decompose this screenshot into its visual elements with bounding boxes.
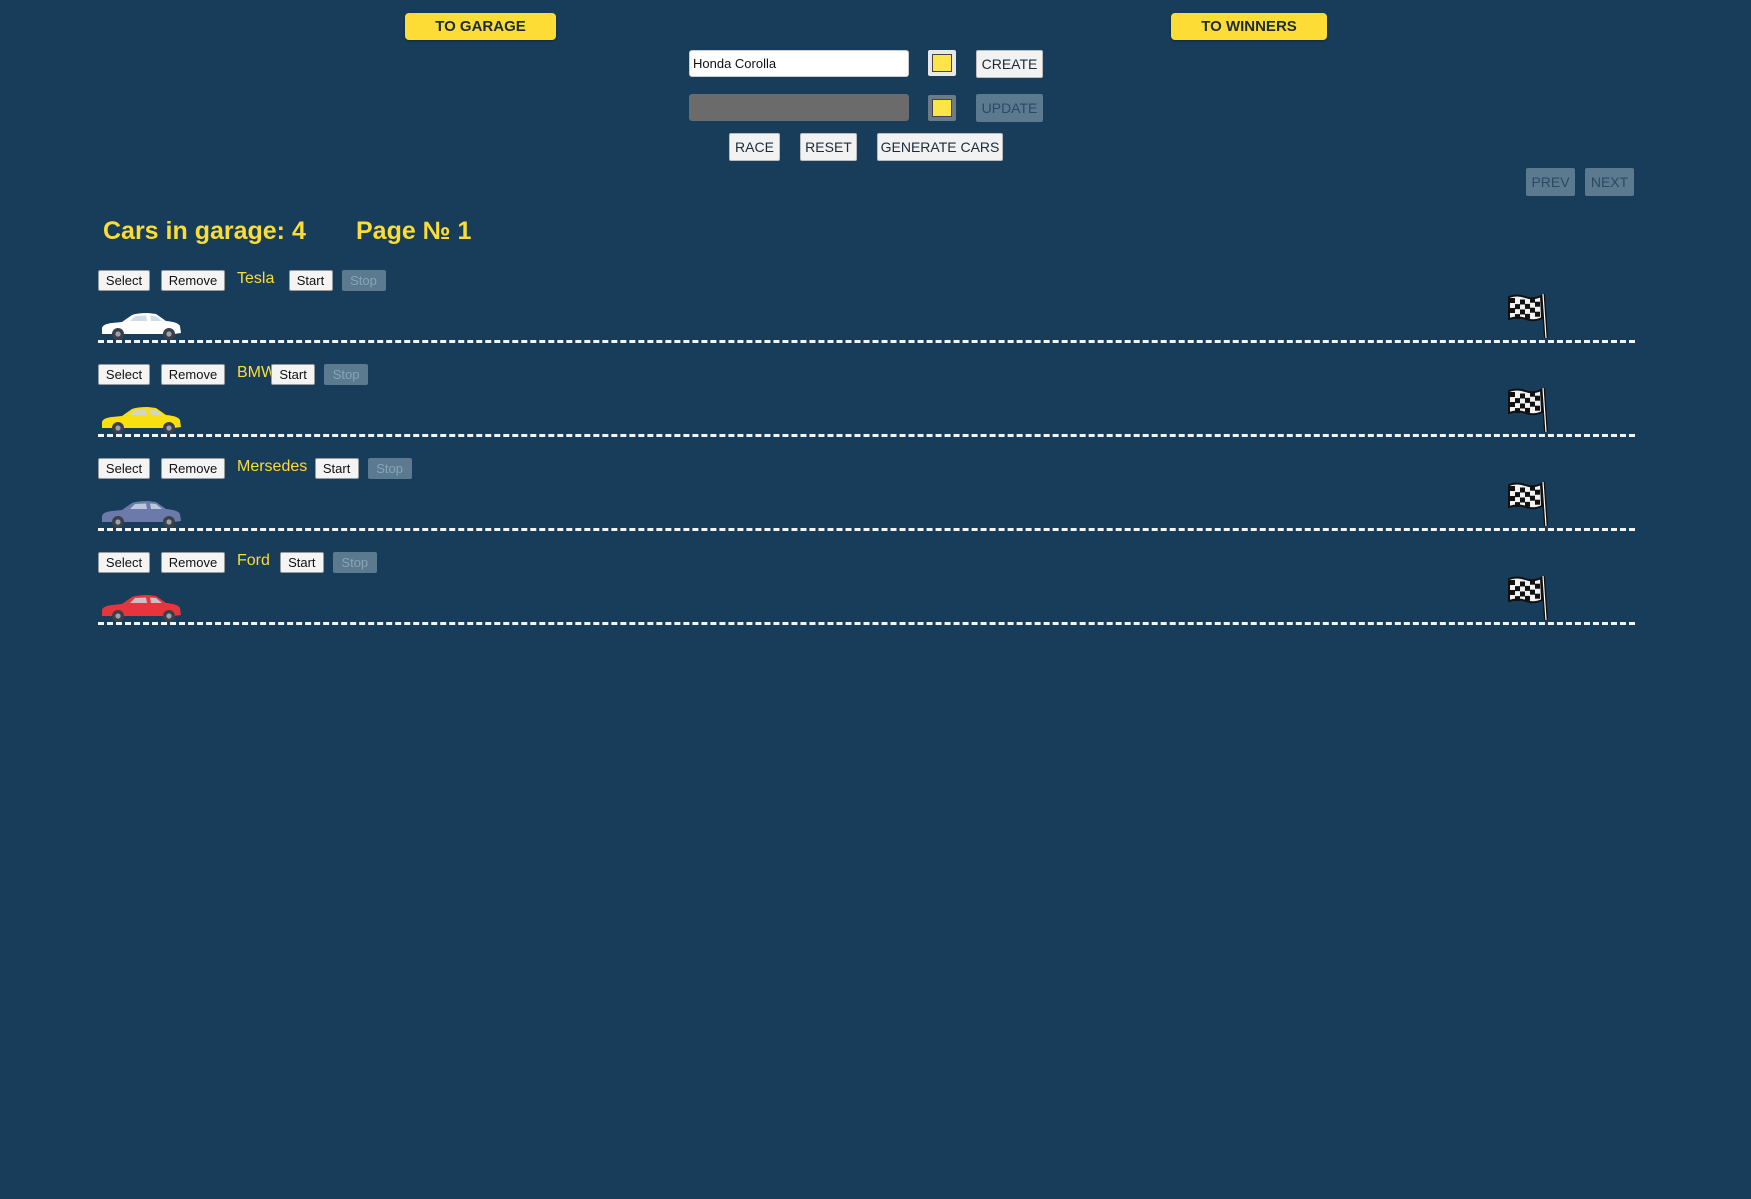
to-garage-button[interactable]: TO GARAGE [405,13,556,40]
car-icon [100,498,182,528]
update-name-input[interactable] [689,94,909,121]
track-line [98,340,1635,343]
track-line [98,622,1635,625]
finish-flag-icon [1506,292,1550,340]
finish-flag-icon [1506,386,1550,434]
race-button[interactable]: RACE [729,133,780,161]
car-track: Select Remove BMW Start Stop [98,364,1635,458]
finish-flag-icon [1506,480,1550,528]
remove-car-button[interactable]: Remove [161,270,225,291]
create-color-fill [932,54,952,72]
select-car-button[interactable]: Select [98,458,150,479]
finish-flag-icon [1506,574,1550,622]
car-icon [100,404,182,434]
select-car-button[interactable]: Select [98,270,150,291]
start-engine-button[interactable]: Start [271,364,316,385]
car-track: Select Remove Ford Start Stop [98,552,1635,646]
garage-count-heading: Cars in garage: 4 [103,217,306,245]
stop-engine-button[interactable]: Stop [332,552,377,573]
to-winners-button[interactable]: TO WINNERS [1171,13,1327,40]
create-button[interactable]: CREATE [976,50,1043,78]
select-car-button[interactable]: Select [98,364,150,385]
create-name-input[interactable] [689,50,909,77]
stop-engine-button[interactable]: Stop [324,364,369,385]
track-line [98,528,1635,531]
remove-car-button[interactable]: Remove [161,458,225,479]
stop-engine-button[interactable]: Stop [341,270,386,291]
update-color-fill [932,99,952,117]
next-page-button[interactable]: NEXT [1585,168,1634,196]
select-car-button[interactable]: Select [98,552,150,573]
car-icon [100,310,182,340]
update-button[interactable]: UPDATE [976,94,1043,122]
prev-page-button[interactable]: PREV [1526,168,1575,196]
start-engine-button[interactable]: Start [314,458,359,479]
track-line [98,434,1635,437]
page-number-heading: Page № 1 [356,217,472,245]
car-track: Select Remove Mersedes Start Stop [98,458,1635,552]
start-engine-button[interactable]: Start [288,270,333,291]
stop-engine-button[interactable]: Stop [367,458,412,479]
reset-button[interactable]: RESET [800,133,857,161]
car-track: Select Remove Tesla Start Stop [98,270,1635,364]
create-color-picker[interactable] [928,50,956,76]
car-name: Tesla [237,270,275,287]
remove-car-button[interactable]: Remove [161,364,225,385]
generate-cars-button[interactable]: GENERATE CARS [877,133,1003,161]
remove-car-button[interactable]: Remove [161,552,225,573]
car-icon [100,592,182,622]
car-name: Ford [237,552,270,569]
update-color-picker[interactable] [928,95,956,121]
car-name: Mersedes [237,458,308,475]
start-engine-button[interactable]: Start [279,552,324,573]
